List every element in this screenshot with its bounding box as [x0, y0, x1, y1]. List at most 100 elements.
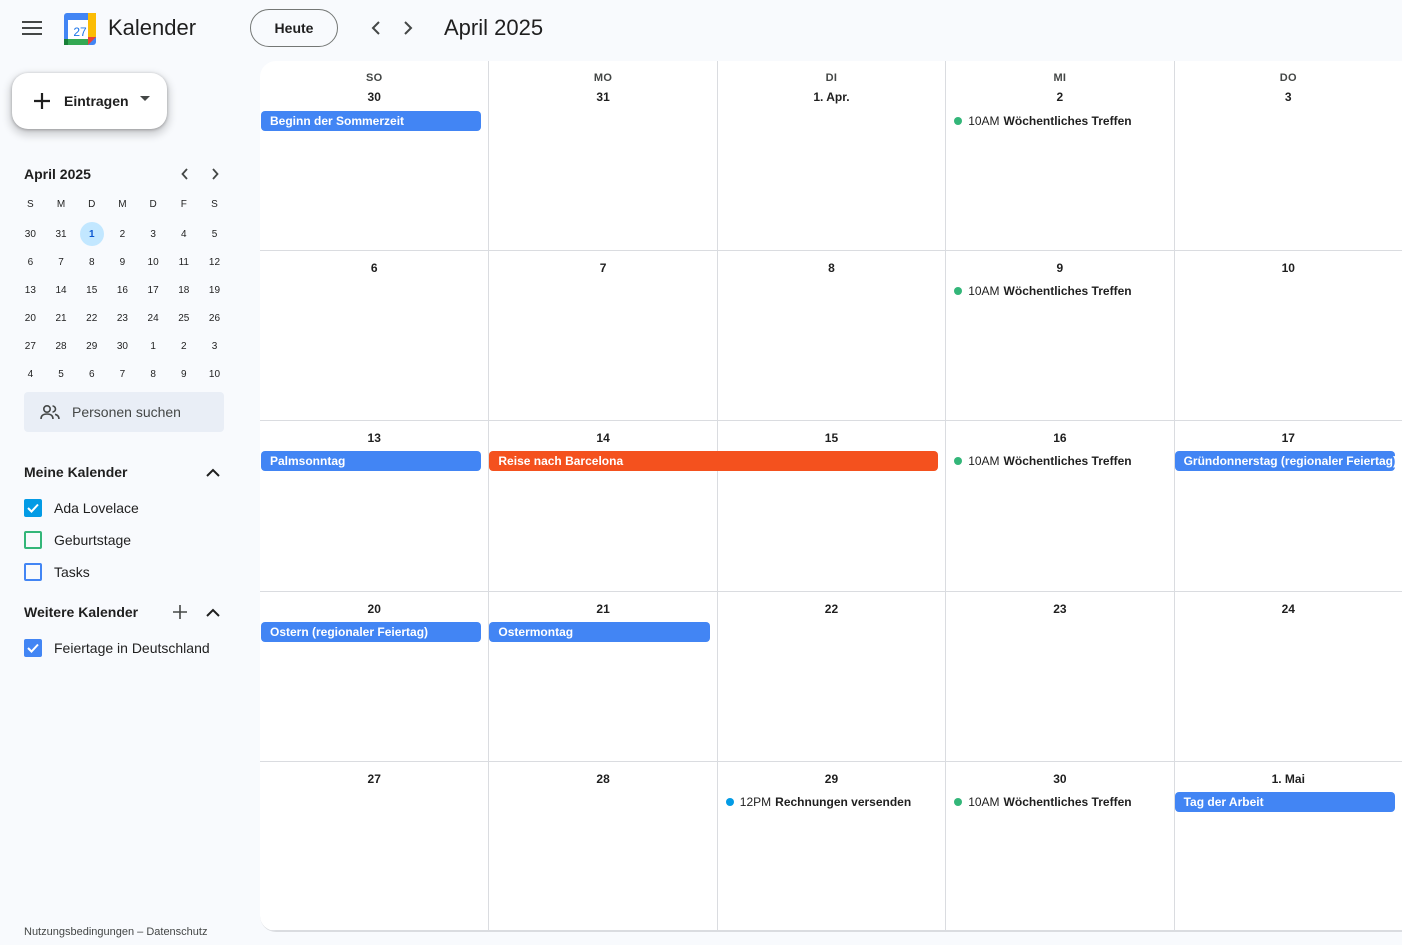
mini-calendar-day[interactable]: 28 — [46, 332, 77, 360]
mini-calendar-day[interactable]: 2 — [168, 332, 199, 360]
previous-month-button[interactable] — [362, 14, 390, 42]
mini-calendar-day[interactable]: 5 — [46, 360, 77, 388]
allday-event-chip[interactable]: Beginn der Sommerzeit — [261, 111, 482, 131]
day-cell[interactable]: DO 3 — [1173, 61, 1402, 251]
mini-calendar-day[interactable]: 30 — [107, 332, 138, 360]
mini-calendar-day[interactable]: 10 — [138, 248, 169, 276]
day-number[interactable]: 21 — [489, 602, 716, 616]
mini-calendar-day[interactable]: 10 — [199, 360, 230, 388]
day-number[interactable]: 20 — [260, 602, 488, 616]
day-cell[interactable]: 7 — [488, 251, 717, 421]
mini-calendar-day[interactable]: 30 — [15, 220, 46, 248]
mini-calendar-day[interactable]: 5 — [199, 220, 230, 248]
day-cell[interactable]: 15 — [716, 421, 946, 592]
day-number[interactable]: 29 — [718, 772, 945, 786]
mini-calendar-day[interactable]: 9 — [107, 248, 138, 276]
other-calendars-collapse-button[interactable] — [201, 600, 225, 624]
mini-calendar-day[interactable]: 16 — [107, 276, 138, 304]
mini-calendar-next-button[interactable] — [203, 163, 227, 185]
people-search-button[interactable]: Personen suchen — [24, 392, 224, 432]
mini-calendar-day[interactable]: 7 — [107, 360, 138, 388]
my-calendar-item[interactable]: Ada Lovelace — [24, 497, 139, 519]
day-cell[interactable]: 14 — [488, 421, 717, 592]
mini-calendar-day[interactable]: 7 — [46, 248, 77, 276]
mini-calendar-day[interactable]: 1 — [138, 332, 169, 360]
day-number[interactable]: 30 — [946, 772, 1173, 786]
timed-event[interactable]: 10AM Wöchentliches Treffen — [954, 281, 1132, 301]
footer-links[interactable]: Nutzungsbedingungen – Datenschutz — [24, 926, 207, 938]
day-cell[interactable]: 1. Mai — [1173, 762, 1402, 931]
day-number[interactable]: 8 — [718, 261, 945, 275]
timed-event[interactable]: 10AM Wöchentliches Treffen — [954, 111, 1132, 131]
mini-calendar-day[interactable]: 4 — [15, 360, 46, 388]
day-cell[interactable]: 17 — [1173, 421, 1402, 592]
mini-calendar-day[interactable]: 20 — [15, 304, 46, 332]
day-cell[interactable]: 8 — [716, 251, 946, 421]
mini-calendar-day[interactable]: 13 — [15, 276, 46, 304]
day-cell[interactable]: 10 — [1173, 251, 1402, 421]
mini-calendar-day[interactable]: 19 — [199, 276, 230, 304]
my-calendar-checkbox[interactable] — [24, 499, 42, 517]
day-number[interactable]: 27 — [260, 772, 488, 786]
mini-calendar-day[interactable]: 6 — [76, 360, 107, 388]
day-number[interactable]: 30 — [260, 90, 488, 104]
mini-calendar-day[interactable]: 1 — [76, 220, 107, 248]
timed-event[interactable]: 12PM Rechnungen versenden — [725, 792, 911, 812]
create-event-button[interactable]: Eintragen — [12, 73, 167, 129]
day-number[interactable]: 13 — [260, 431, 488, 445]
day-number[interactable]: 10 — [1175, 261, 1402, 275]
allday-event-chip[interactable]: Ostermontag — [489, 622, 710, 642]
day-cell[interactable]: MO 31 — [488, 61, 717, 251]
day-cell[interactable]: 30 — [945, 762, 1174, 931]
other-calendar-item[interactable]: Feiertage in Deutschland — [24, 637, 210, 659]
day-cell[interactable]: 6 — [260, 251, 489, 421]
next-month-button[interactable] — [394, 14, 422, 42]
day-cell[interactable]: 20 — [260, 592, 489, 762]
mini-calendar-day[interactable]: 9 — [168, 360, 199, 388]
day-number[interactable]: 17 — [1175, 431, 1402, 445]
day-number[interactable]: 2 — [946, 90, 1173, 104]
my-calendar-checkbox[interactable] — [24, 531, 42, 549]
today-button[interactable]: Heute — [250, 9, 338, 47]
my-calendars-collapse-button[interactable] — [201, 460, 225, 484]
mini-calendar-day[interactable]: 12 — [199, 248, 230, 276]
day-number[interactable]: 6 — [260, 261, 488, 275]
mini-calendar-day[interactable]: 26 — [199, 304, 230, 332]
mini-calendar-day[interactable]: 24 — [138, 304, 169, 332]
mini-calendar-day[interactable]: 8 — [138, 360, 169, 388]
timed-event[interactable]: 10AM Wöchentliches Treffen — [954, 792, 1132, 812]
day-cell[interactable]: 29 — [716, 762, 946, 931]
day-number[interactable]: 24 — [1175, 602, 1402, 616]
add-other-calendar-button[interactable] — [168, 600, 192, 624]
day-number[interactable]: 28 — [489, 772, 716, 786]
day-number[interactable]: 14 — [489, 431, 716, 445]
day-number[interactable]: 9 — [946, 261, 1173, 275]
mini-calendar-day[interactable]: 11 — [168, 248, 199, 276]
mini-calendar-day[interactable]: 27 — [15, 332, 46, 360]
day-number[interactable]: 23 — [946, 602, 1173, 616]
my-calendar-checkbox[interactable] — [24, 563, 42, 581]
allday-event-chip[interactable]: Gründonnerstag (regionaler Feiertag) — [1174, 451, 1395, 471]
day-cell[interactable]: 24 — [1173, 592, 1402, 762]
day-number[interactable]: 3 — [1175, 90, 1402, 104]
day-cell[interactable]: 9 — [945, 251, 1174, 421]
day-number[interactable]: 1. Mai — [1175, 772, 1402, 786]
day-cell[interactable]: SO 30 — [260, 61, 489, 251]
mini-calendar-day[interactable]: 31 — [46, 220, 77, 248]
day-cell[interactable]: 13 — [260, 421, 489, 592]
mini-calendar-day[interactable]: 29 — [76, 332, 107, 360]
day-number[interactable]: 16 — [946, 431, 1173, 445]
my-calendar-item[interactable]: Geburtstage — [24, 529, 131, 551]
mini-calendar-day[interactable]: 21 — [46, 304, 77, 332]
my-calendar-item[interactable]: Tasks — [24, 561, 90, 583]
mini-calendar-day[interactable]: 22 — [76, 304, 107, 332]
mini-calendar-day[interactable]: 23 — [107, 304, 138, 332]
mini-calendar-day[interactable]: 4 — [168, 220, 199, 248]
calendar-logo-icon[interactable]: 27 — [64, 13, 96, 45]
mini-calendar-day[interactable]: 3 — [138, 220, 169, 248]
day-cell[interactable]: 27 — [260, 762, 489, 931]
main-menu-button[interactable] — [14, 10, 50, 46]
mini-calendar-day[interactable]: 3 — [199, 332, 230, 360]
allday-event-chip[interactable]: Tag der Arbeit — [1174, 792, 1395, 812]
mini-calendar-day[interactable]: 8 — [76, 248, 107, 276]
